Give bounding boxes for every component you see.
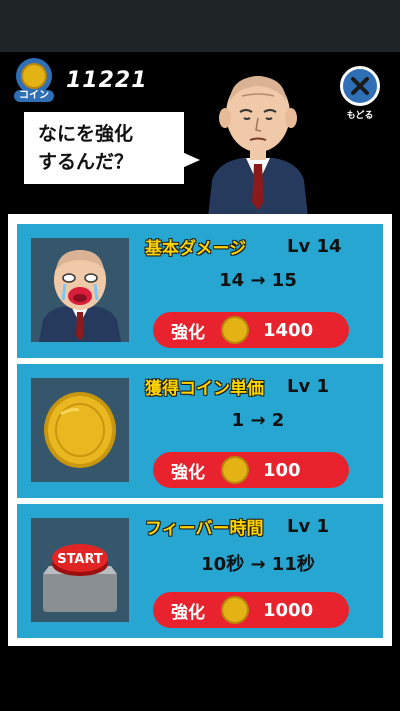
upgrade-change: 10秒 → 11秒 xyxy=(201,554,315,575)
upgrade-title: 基本ダメージ xyxy=(145,239,247,259)
back-button[interactable]: もどる xyxy=(336,66,384,124)
upgrade-buy-button[interactable]: 強化 1400 xyxy=(153,312,349,348)
buy-button-label: 強化 xyxy=(171,602,205,623)
start-label: START xyxy=(57,552,103,567)
buy-button-label: 強化 xyxy=(171,322,205,343)
buy-button-label: 強化 xyxy=(171,462,205,483)
speech-bubble-tail xyxy=(182,152,200,168)
upgrade-buy-button[interactable]: 強化 1000 xyxy=(153,592,349,628)
upgrade-panel: 基本ダメージ Lv 14 14 → 15 強化 1400 獲得コイン単価 Lv … xyxy=(8,214,392,646)
upgrade-title: 獲得コイン単価 xyxy=(145,379,264,399)
upgrade-card-coin-value: 獲得コイン単価 Lv 1 1 → 2 強化 100 xyxy=(17,364,383,498)
start-button-icon: START xyxy=(31,518,129,622)
coin-icon xyxy=(221,456,249,484)
upgrade-title: フィーバー時間 xyxy=(145,519,264,539)
coin-counter: コイン 11221 xyxy=(14,58,148,102)
coin-badge-label: コイン xyxy=(14,90,54,102)
coin-icon xyxy=(221,596,249,624)
speech-line-1: なにを強化 xyxy=(38,123,134,145)
upgrade-cost: 1000 xyxy=(263,599,314,621)
crying-man-icon xyxy=(31,238,129,342)
coin-amount: 11221 xyxy=(66,67,148,93)
speech-bubble: なにを強化 するんだ？ xyxy=(24,112,200,184)
upgrade-level: Lv 1 xyxy=(287,376,329,397)
status-bar xyxy=(0,0,400,52)
upgrade-card-fever-time: START フィーバー時間 Lv 1 10秒 → 11秒 強化 1000 xyxy=(17,504,383,638)
upgrade-buy-button[interactable]: 強化 100 xyxy=(153,452,349,488)
upgrade-card-base-damage: 基本ダメージ Lv 14 14 → 15 強化 1400 xyxy=(17,224,383,358)
back-button-label: もどる xyxy=(346,111,374,121)
upgrade-level: Lv 14 xyxy=(287,236,342,257)
coin-badge-gold xyxy=(21,63,47,89)
coin-badge-icon: コイン xyxy=(14,58,54,102)
old-man-character xyxy=(208,76,308,218)
upgrade-change: 1 → 2 xyxy=(231,410,285,431)
upgrade-change: 14 → 15 xyxy=(219,270,297,291)
upgrade-cost: 1400 xyxy=(263,319,314,341)
speech-line-2: するんだ？ xyxy=(38,151,134,173)
gold-coin-icon xyxy=(31,378,129,482)
upgrade-level: Lv 1 xyxy=(287,516,329,537)
upgrade-cost: 100 xyxy=(263,459,301,481)
close-icon xyxy=(340,66,380,106)
coin-icon xyxy=(221,316,249,344)
